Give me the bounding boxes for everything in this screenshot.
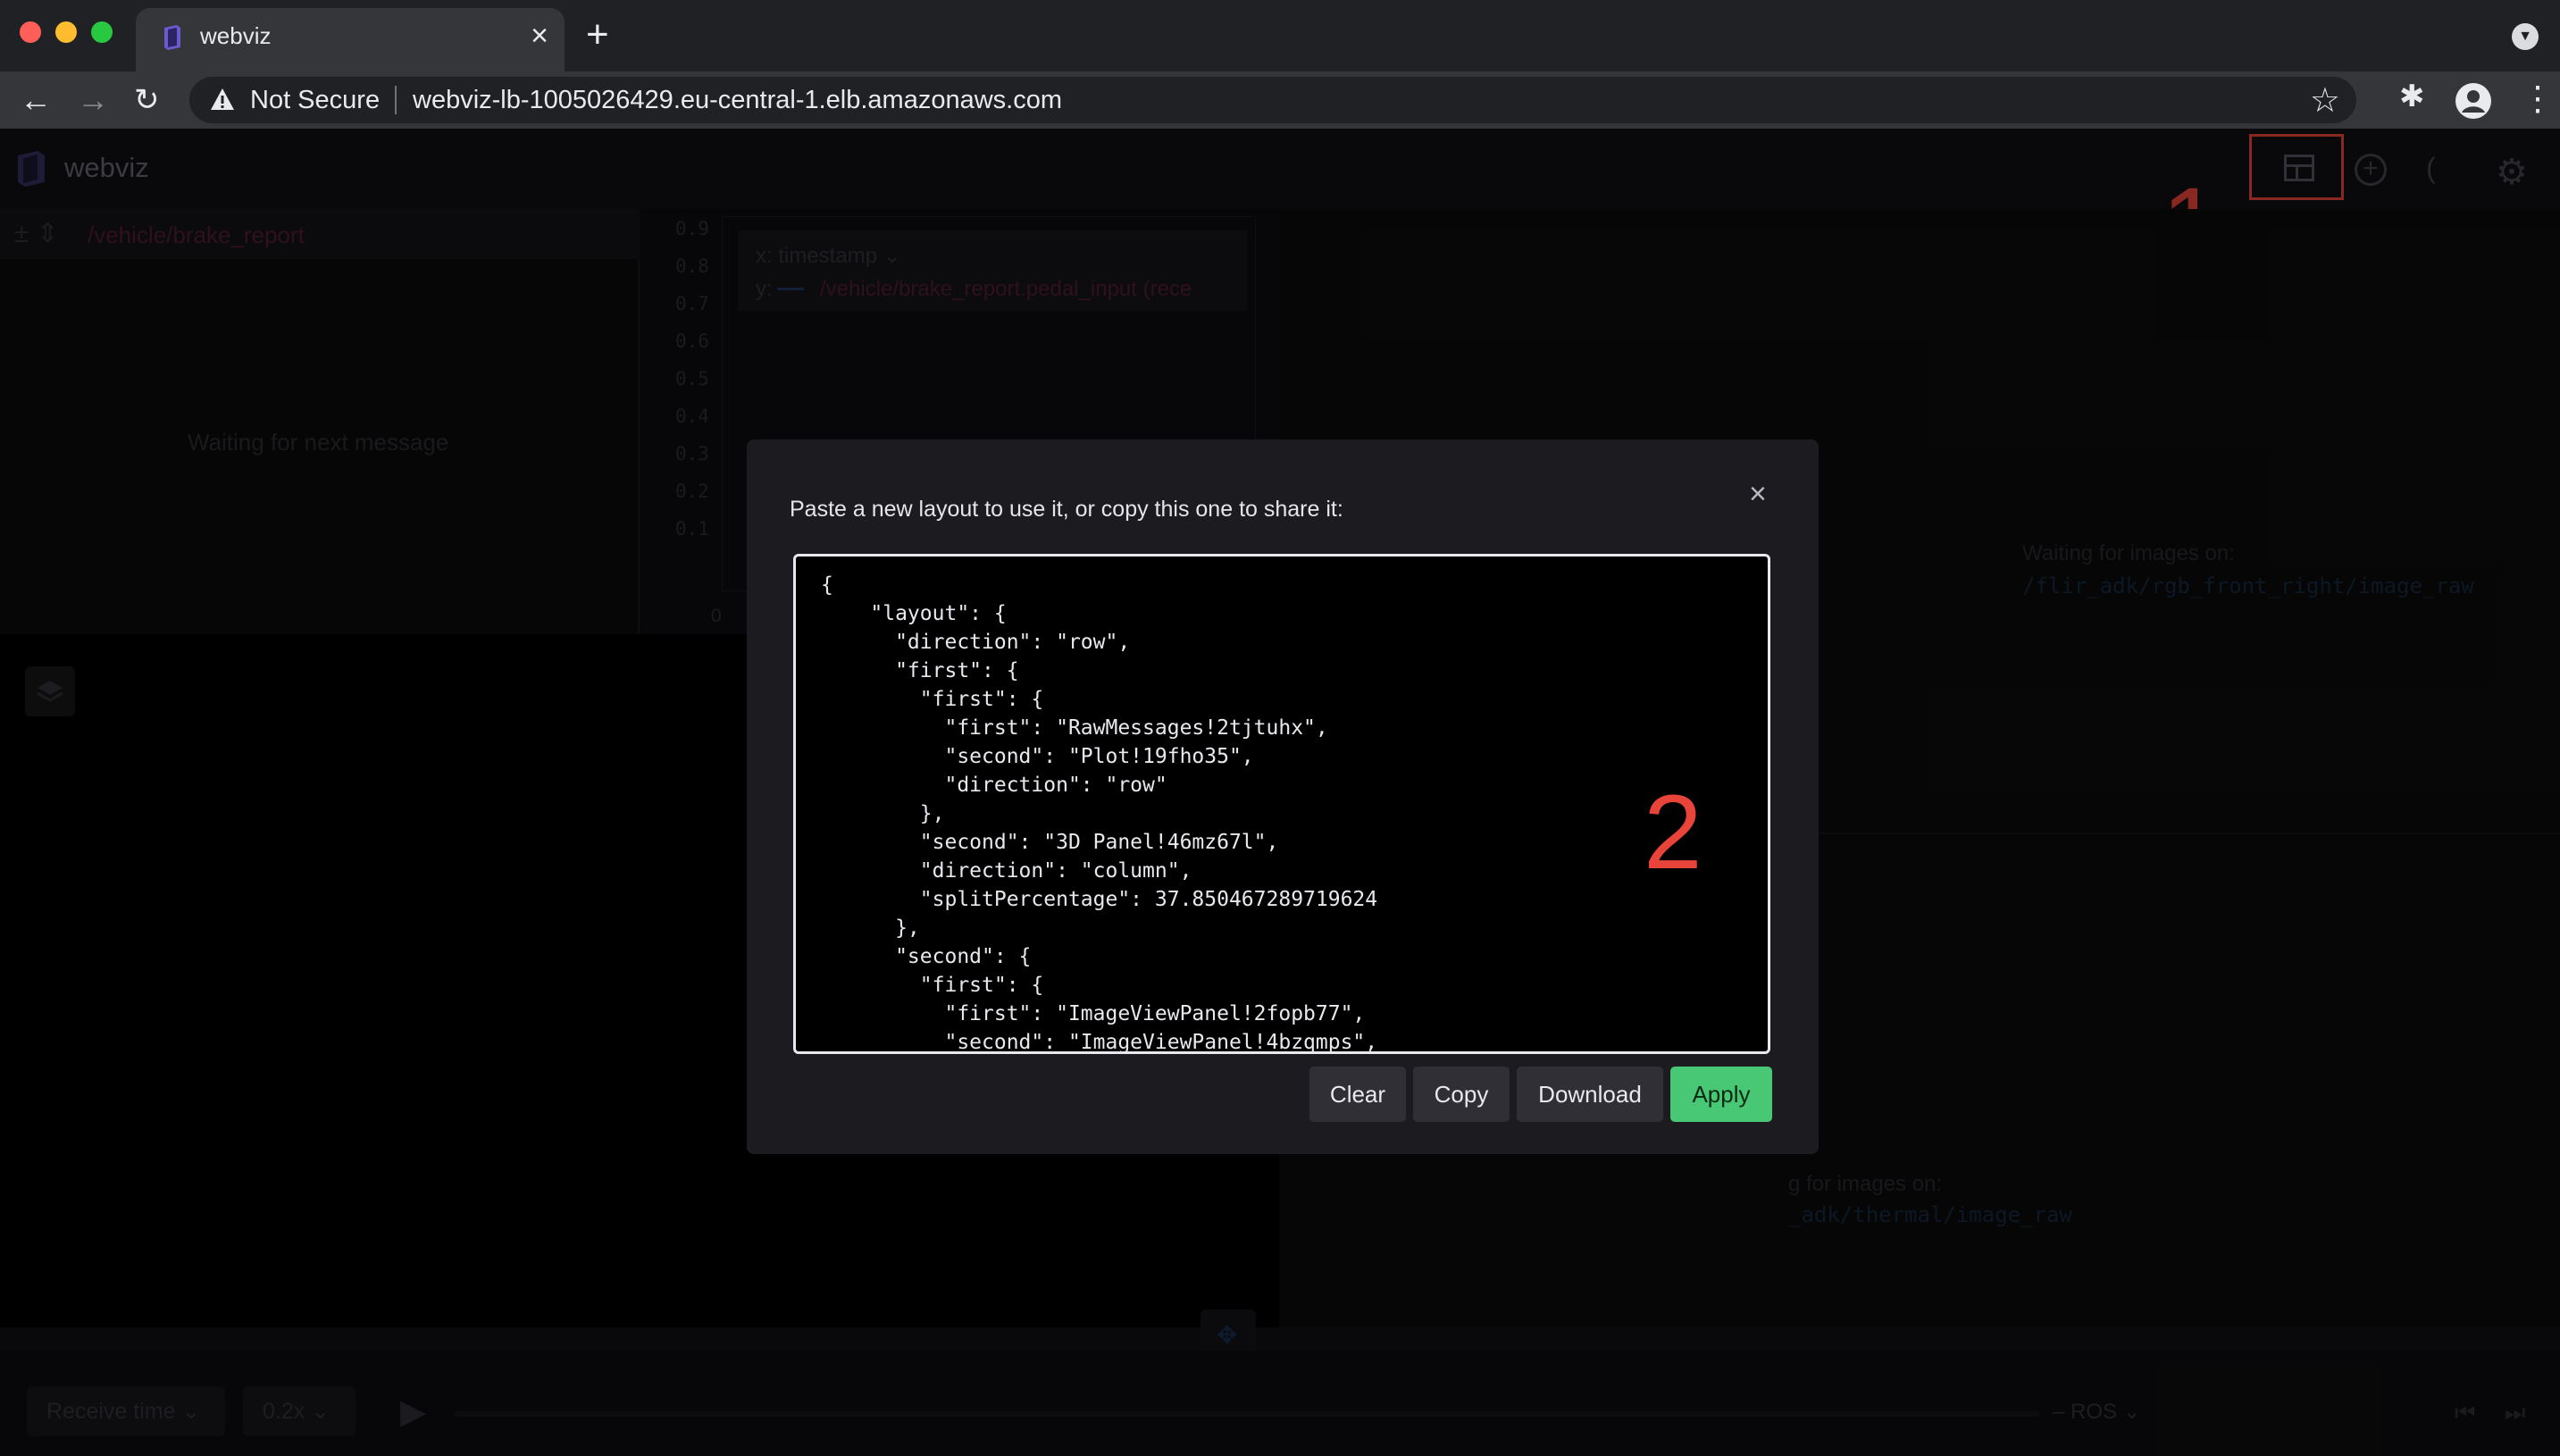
layout-json-textarea[interactable]: { "layout": { "direction": "row", "first… [793, 554, 1770, 1054]
layout-modal: Paste a new layout to use it, or copy th… [747, 439, 1819, 1154]
address-separator [395, 86, 397, 114]
url-text[interactable]: webviz-lb-1005026429.eu-central-1.elb.am… [413, 86, 1062, 115]
reload-icon[interactable]: ↻ [134, 80, 160, 120]
new-tab-icon[interactable]: + [586, 13, 609, 57]
apply-button[interactable]: Apply [1670, 1067, 1772, 1122]
window-minimize-button[interactable] [55, 21, 77, 43]
extensions-icon[interactable]: ✱ [2399, 79, 2425, 114]
copy-button[interactable]: Copy [1413, 1067, 1510, 1122]
window-maximize-button[interactable] [91, 21, 113, 43]
bookmark-star-icon[interactable]: ☆ [2310, 80, 2340, 121]
modal-title: Paste a new layout to use it, or copy th… [790, 497, 1343, 522]
clear-button[interactable]: Clear [1309, 1067, 1406, 1122]
profile-avatar-icon[interactable] [2455, 82, 2492, 120]
warning-icon [211, 88, 234, 110]
browser-tab[interactable]: webviz × [136, 8, 565, 71]
annotation-number-2: 2 [1644, 774, 1702, 891]
browser-menu-icon[interactable]: ⋮ [2521, 79, 2555, 119]
download-button[interactable]: Download [1517, 1067, 1663, 1122]
not-secure-label: Not Secure [250, 86, 381, 114]
back-icon[interactable]: ← [20, 80, 52, 120]
modal-close-icon[interactable]: × [1749, 477, 1767, 512]
tab-close-icon[interactable]: × [531, 19, 548, 54]
browser-toolbar: ← → ↻ Not Secure webviz-lb-1005026429.eu… [0, 71, 2560, 129]
browser-tab-bar: webviz × + ▼ [0, 0, 2560, 71]
forward-icon[interactable]: → [77, 80, 109, 120]
window-close-button[interactable] [20, 21, 41, 43]
address-bar[interactable]: Not Secure webviz-lb-1005026429.eu-centr… [189, 77, 2356, 123]
tab-search-icon[interactable]: ▼ [2512, 23, 2539, 50]
webviz-favicon-icon [164, 25, 180, 50]
tab-title: webviz [200, 22, 272, 49]
